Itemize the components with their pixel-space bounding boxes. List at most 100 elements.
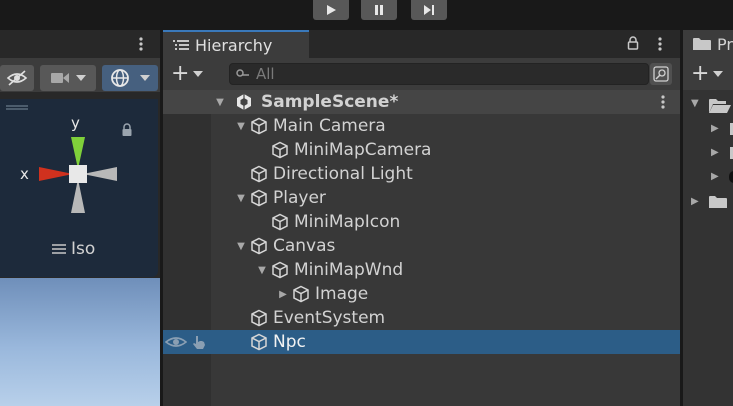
main-toolbar — [0, 0, 733, 30]
play-button[interactable] — [313, 0, 349, 20]
eye-icon[interactable] — [165, 335, 187, 349]
expand-arrow-icon[interactable]: ▼ — [255, 258, 269, 282]
hierarchy-item-label: Npc — [273, 332, 306, 352]
gameobject-cube-icon — [251, 165, 267, 183]
hierarchy-item-label: EventSystem — [273, 308, 386, 328]
hierarchy-row[interactable]: ▼ Canvas — [163, 234, 680, 258]
hierarchy-row[interactable]: EventSystem — [163, 306, 680, 330]
gameobject-cube-icon — [251, 117, 267, 135]
collapse-arrow-icon[interactable]: ▶ — [711, 123, 719, 134]
gameobject-cube-icon — [251, 237, 267, 255]
gizmo-x-label: x — [20, 165, 29, 183]
play-icon — [327, 5, 336, 15]
menu-lines-icon — [52, 244, 66, 254]
hierarchy-item-label: Player — [273, 188, 326, 208]
chevron-down-icon — [713, 71, 724, 77]
search-mode-button[interactable] — [650, 63, 672, 85]
lock-icon[interactable] — [627, 36, 639, 50]
drag-handle-icon[interactable] — [6, 105, 28, 111]
folder-open-icon[interactable] — [709, 98, 731, 114]
hierarchy-item-label: Main Camera — [273, 116, 386, 136]
hierarchy-row[interactable]: ▼ Player — [163, 186, 680, 210]
project-folder-tree: ▼ ▶ ▶ ▶ ▶ — [683, 90, 733, 406]
scene-name: SampleScene* — [261, 92, 399, 112]
hierarchy-list-icon — [173, 40, 189, 50]
hierarchy-row[interactable]: ▼ MiniMapWnd — [163, 258, 680, 282]
hierarchy-item-label: MiniMapCamera — [294, 140, 432, 160]
chevron-down-icon — [76, 75, 86, 81]
gameobject-cube-icon — [251, 189, 267, 207]
visibility-toggle-button[interactable] — [0, 65, 34, 91]
camera-icon — [51, 73, 69, 83]
camera-dropdown-button[interactable] — [40, 65, 96, 91]
collapse-arrow-icon[interactable]: ▶ — [691, 196, 699, 207]
collapse-arrow-icon[interactable]: ▶ — [711, 171, 719, 182]
hierarchy-item-label: Directional Light — [273, 164, 413, 184]
gameobject-cube-icon — [251, 309, 267, 327]
projection-toggle[interactable]: Iso — [52, 239, 95, 259]
project-panel: Pr + ▼ ▶ ▶ ▶ ▶ — [683, 30, 733, 406]
folder-icon[interactable] — [709, 195, 727, 209]
project-toolbar: + — [683, 58, 733, 90]
expand-arrow-icon[interactable]: ▼ — [234, 114, 248, 138]
gameobject-cube-icon — [272, 141, 288, 159]
expand-arrow-icon[interactable]: ▼ — [234, 186, 248, 210]
chevron-down-icon — [193, 71, 204, 77]
lock-icon[interactable] — [121, 123, 133, 137]
eye-hidden-icon — [6, 70, 28, 86]
axis-gizmo-icon[interactable] — [36, 131, 120, 217]
search-placeholder: All — [256, 65, 275, 83]
tab-project[interactable]: Pr — [683, 30, 733, 58]
scene-sky — [0, 278, 160, 406]
gameobject-cube-icon — [293, 285, 309, 303]
chevron-down-icon — [140, 75, 150, 81]
expand-arrow-icon[interactable]: ▼ — [234, 234, 248, 258]
expand-arrow-icon[interactable]: ▼ — [213, 90, 227, 114]
hierarchy-item-label: MiniMapIcon — [294, 212, 401, 232]
gizmo-y-label: y — [71, 114, 80, 132]
collapse-arrow-icon[interactable]: ▶ — [276, 282, 290, 306]
tab-hierarchy[interactable]: Hierarchy — [163, 30, 309, 58]
add-object-button[interactable]: + — [171, 61, 204, 86]
pause-icon — [375, 5, 383, 15]
folder-icon — [693, 38, 711, 50]
hierarchy-row[interactable]: ▶ Image — [163, 282, 680, 306]
pause-button[interactable] — [361, 0, 397, 20]
unity-scene-icon — [237, 94, 251, 110]
search-window-icon — [653, 66, 669, 82]
hierarchy-row[interactable]: ▼ Main Camera — [163, 114, 680, 138]
pickable-hand-icon[interactable] — [191, 334, 207, 350]
hierarchy-tab-bar: Hierarchy — [163, 30, 680, 58]
gameobject-cube-icon — [272, 261, 288, 279]
project-add-button[interactable]: + — [691, 61, 724, 86]
project-add-label: + — [691, 61, 710, 86]
panel-menu-icon[interactable] — [138, 36, 144, 52]
search-icon — [236, 69, 249, 77]
scene-header-row[interactable]: ▼ SampleScene* — [163, 90, 680, 114]
hierarchy-row[interactable]: Npc — [163, 330, 680, 354]
scene-menu-icon[interactable] — [660, 94, 666, 110]
gizmos-dropdown-button[interactable] — [102, 65, 158, 91]
scene-tab-bar — [0, 30, 160, 58]
hierarchy-item-label: Canvas — [273, 236, 336, 256]
add-label: + — [171, 61, 190, 86]
hierarchy-item-label: MiniMapWnd — [294, 260, 404, 280]
gameobject-cube-icon — [251, 333, 267, 351]
step-button[interactable] — [411, 0, 447, 20]
hierarchy-panel: Hierarchy + All ▼ SampleScene* ▼ Main Cam… — [163, 30, 680, 406]
asset-icon[interactable] — [729, 171, 733, 183]
expand-arrow-icon[interactable]: ▼ — [691, 98, 699, 109]
hierarchy-item-label: Image — [315, 284, 369, 304]
panel-menu-icon[interactable] — [657, 36, 663, 52]
hierarchy-row[interactable]: Directional Light — [163, 162, 680, 186]
collapse-arrow-icon[interactable]: ▶ — [711, 147, 719, 158]
tab-hierarchy-label: Hierarchy — [195, 35, 273, 55]
hierarchy-search-input[interactable]: All — [229, 63, 649, 85]
tab-project-label: Pr — [717, 34, 733, 54]
hierarchy-row[interactable]: MiniMapCamera — [163, 138, 680, 162]
gameobject-cube-icon — [272, 213, 288, 231]
orientation-gizmo[interactable]: y x Iso — [0, 99, 158, 277]
hierarchy-row[interactable]: MiniMapIcon — [163, 210, 680, 234]
step-icon — [424, 5, 434, 15]
projection-label: Iso — [71, 239, 96, 259]
